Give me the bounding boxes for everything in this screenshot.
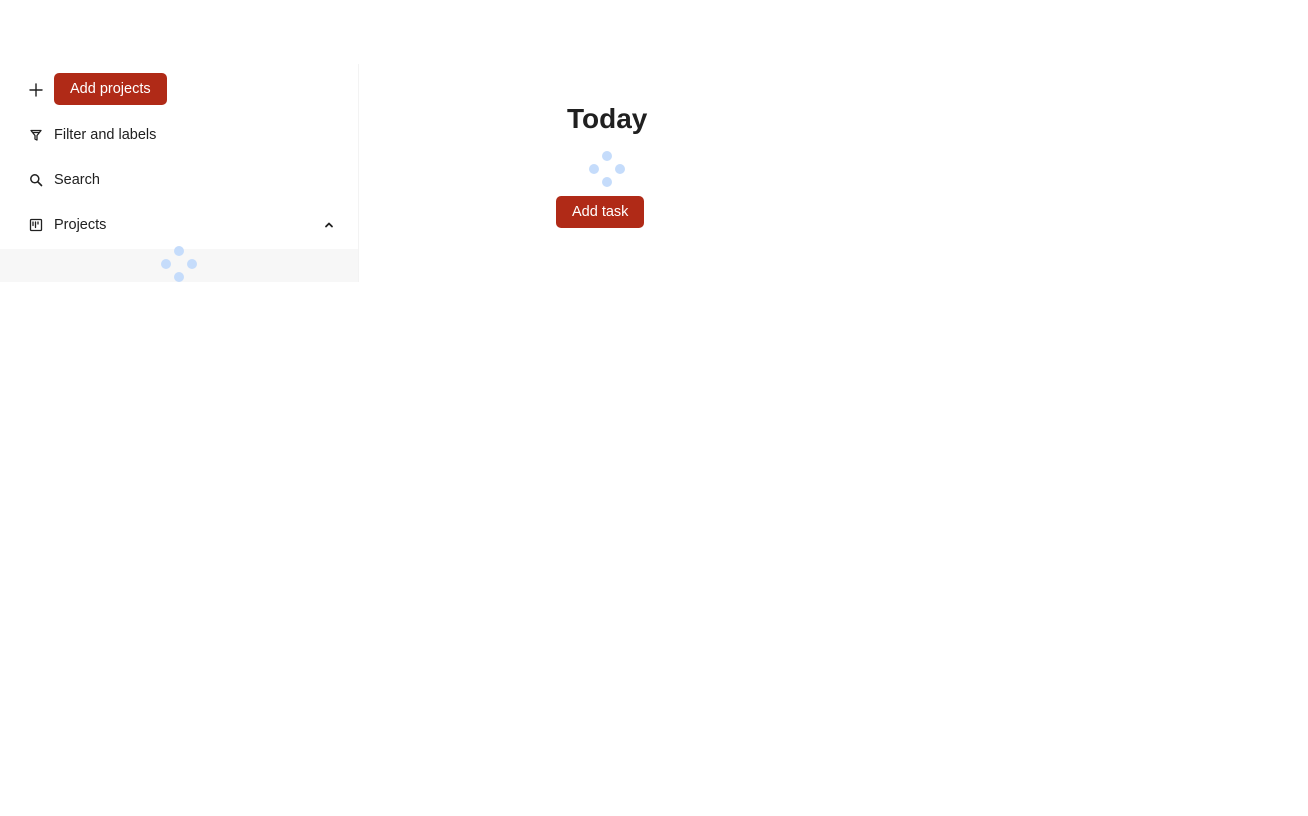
- spinner-dot: [589, 164, 599, 174]
- spinner-dot: [187, 259, 197, 269]
- spinner-dot: [161, 259, 171, 269]
- spinner-dot: [174, 272, 184, 282]
- projects-board-icon: [28, 217, 44, 233]
- loading-spinner: [587, 151, 627, 191]
- spinner-dot: [615, 164, 625, 174]
- app-root: Add projects Filter and labels Search Pr…: [0, 0, 1308, 816]
- filter-icon: [28, 127, 44, 143]
- sidebar-item-label: Projects: [54, 217, 107, 233]
- plus-icon[interactable]: [28, 82, 44, 98]
- projects-loading-row: [0, 246, 358, 282]
- search-icon: [28, 172, 44, 188]
- spinner-dot: [602, 151, 612, 161]
- spinner-dot: [174, 246, 184, 256]
- add-task-button[interactable]: Add task: [556, 196, 645, 228]
- sidebar-item-filter-and-labels[interactable]: Filter and labels: [0, 118, 358, 152]
- add-projects-button[interactable]: Add projects: [54, 73, 167, 105]
- spinner-dot: [602, 177, 612, 187]
- sidebar: Add projects Filter and labels Search Pr…: [0, 64, 359, 282]
- chevron-up-icon[interactable]: [322, 218, 336, 232]
- loading-spinner: [159, 246, 199, 286]
- sidebar-item-projects[interactable]: Projects: [0, 208, 358, 242]
- page-title: Today: [567, 103, 648, 134]
- sidebar-item-label: Search: [54, 172, 100, 188]
- sidebar-item-add-projects: Add projects: [0, 73, 358, 107]
- sidebar-item-label: Filter and labels: [54, 127, 157, 143]
- sidebar-item-search[interactable]: Search: [0, 163, 358, 197]
